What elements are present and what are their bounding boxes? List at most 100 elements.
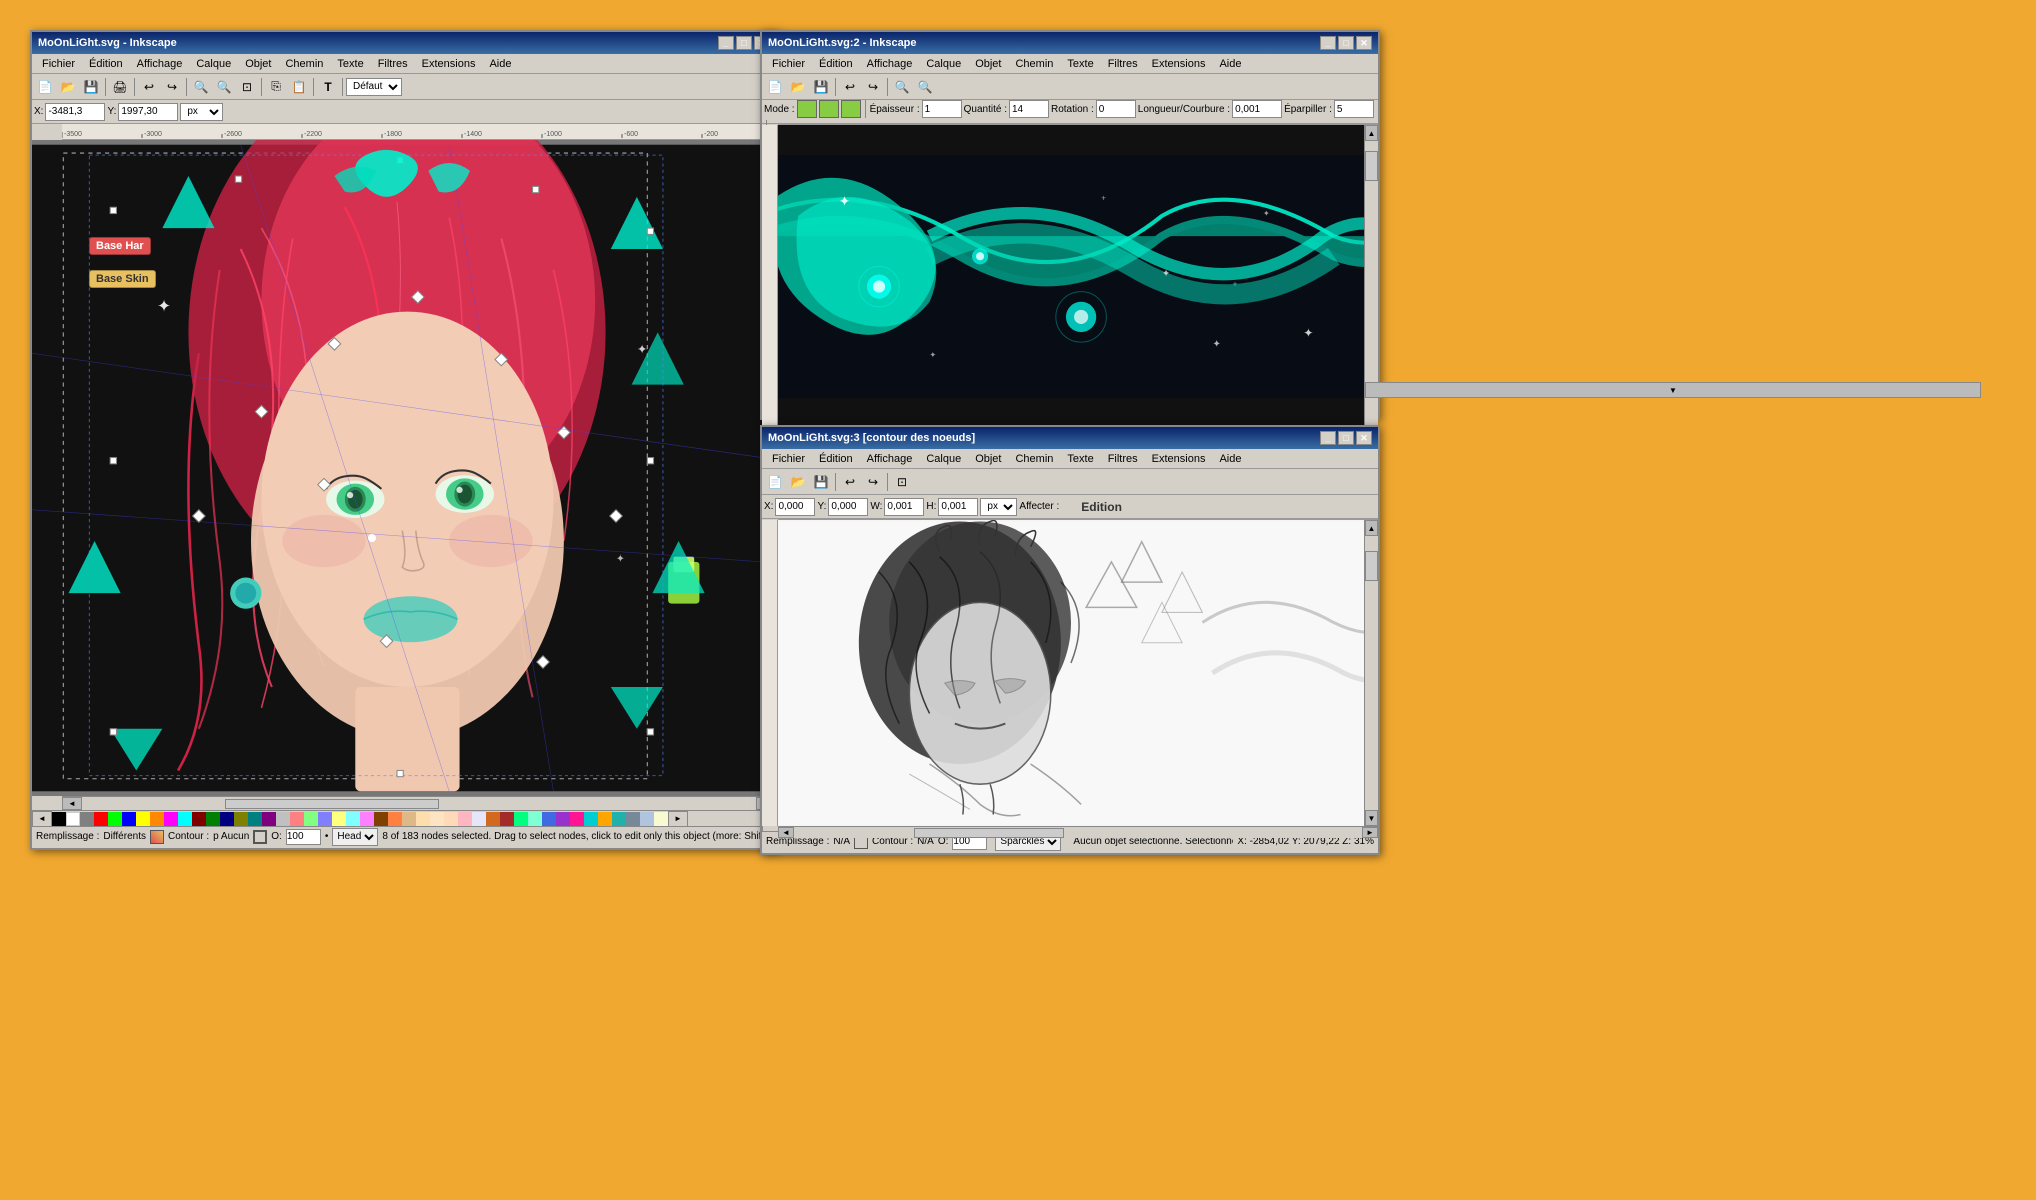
mode-btn-1[interactable] (797, 100, 817, 118)
scroll-right-3[interactable]: ► (1362, 827, 1378, 838)
swatch-light-magenta[interactable] (360, 812, 374, 826)
scroll-left-btn-1[interactable]: ◄ (62, 797, 82, 810)
scroll-down-2[interactable]: ▼ (1365, 382, 1981, 398)
menu-filtres-3[interactable]: Filtres (1102, 452, 1144, 466)
swatch-wheat[interactable] (416, 812, 430, 826)
copy-icon[interactable]: ⎘ (265, 76, 287, 98)
zoom-out-icon[interactable]: 🔍 (213, 76, 235, 98)
swatch-dark-green[interactable] (206, 812, 220, 826)
close-btn-3[interactable]: ✕ (1356, 431, 1372, 445)
menu-affichage-1[interactable]: Affichage (131, 57, 189, 71)
swatch-light-yellow[interactable] (332, 812, 346, 826)
palette-scroll-left[interactable]: ◄ (32, 811, 52, 827)
menu-edition-2[interactable]: Édition (813, 57, 859, 71)
maximize-btn-2[interactable]: □ (1338, 36, 1354, 50)
swatch-red[interactable] (94, 812, 108, 826)
new-icon-3[interactable]: 📄 (764, 471, 786, 493)
new-icon[interactable]: 📄 (34, 76, 56, 98)
bold-icon[interactable]: T (317, 76, 339, 98)
swatch-light-steel-blue[interactable] (640, 812, 654, 826)
scrollbar-v-2[interactable]: ▲ ▼ (1364, 125, 1378, 428)
swatch-dark-orchid[interactable] (556, 812, 570, 826)
menu-calque-3[interactable]: Calque (920, 452, 967, 466)
swatch-light-goldenrod[interactable] (654, 812, 668, 826)
menu-calque-1[interactable]: Calque (190, 57, 237, 71)
swatch-aquamarine[interactable] (528, 812, 542, 826)
scroll-thumb-v-2[interactable] (1365, 151, 1378, 181)
zoom-in-icon[interactable]: 🔍 (190, 76, 212, 98)
swatch-light-sea-green[interactable] (612, 812, 626, 826)
zoom-in-2[interactable]: 🔍 (891, 76, 913, 98)
scroll-up-3[interactable]: ▲ (1365, 520, 1378, 536)
swatch-blue[interactable] (122, 812, 136, 826)
menu-chemin-2[interactable]: Chemin (1009, 57, 1059, 71)
menu-fichier-1[interactable]: Fichier (36, 57, 81, 71)
menu-fichier-3[interactable]: Fichier (766, 452, 811, 466)
swatch-lavender[interactable] (472, 812, 486, 826)
scroll-thumb-h-3[interactable] (914, 828, 1064, 838)
menu-texte-1[interactable]: Texte (331, 57, 369, 71)
minimize-btn-2[interactable]: _ (1320, 36, 1336, 50)
scroll-up-2[interactable]: ▲ (1365, 125, 1378, 141)
redo-icon-3[interactable]: ↪ (862, 471, 884, 493)
menu-extensions-2[interactable]: Extensions (1146, 57, 1212, 71)
swatch-amber[interactable] (598, 812, 612, 826)
swatch-black[interactable] (52, 812, 66, 826)
quantite-input[interactable] (1009, 100, 1049, 118)
menu-affichage-2[interactable]: Affichage (861, 57, 919, 71)
menu-objet-1[interactable]: Objet (239, 57, 277, 71)
paste-icon[interactable]: 📋 (288, 76, 310, 98)
menu-extensions-1[interactable]: Extensions (416, 57, 482, 71)
swatch-orange[interactable] (150, 812, 164, 826)
menu-chemin-3[interactable]: Chemin (1009, 452, 1059, 466)
mode-btn-3[interactable] (841, 100, 861, 118)
undo-icon-2[interactable]: ↩ (839, 76, 861, 98)
papiller-input[interactable] (1334, 100, 1374, 118)
swatch-gray[interactable] (80, 812, 94, 826)
y-input-1[interactable] (118, 103, 178, 121)
x-input-1[interactable] (45, 103, 105, 121)
swatch-maroon[interactable] (192, 812, 206, 826)
palette-scroll-right[interactable]: ► (668, 811, 688, 827)
swatch-cyan[interactable] (178, 812, 192, 826)
maximize-btn-3[interactable]: □ (1338, 431, 1354, 445)
save-icon-3[interactable]: 💾 (810, 471, 832, 493)
swatch-spring-green[interactable] (514, 812, 528, 826)
menu-edition-1[interactable]: Édition (83, 57, 129, 71)
menu-objet-3[interactable]: Objet (969, 452, 1007, 466)
undo-icon[interactable]: ↩ (138, 76, 160, 98)
menu-calque-2[interactable]: Calque (920, 57, 967, 71)
zoom-fit-3[interactable]: ⊡ (891, 471, 913, 493)
menu-aide-3[interactable]: Aide (1213, 452, 1247, 466)
swatch-magenta[interactable] (164, 812, 178, 826)
scroll-down-3[interactable]: ▼ (1365, 810, 1378, 826)
rotation-input[interactable] (1096, 100, 1136, 118)
menu-extensions-3[interactable]: Extensions (1146, 452, 1212, 466)
swatch-navy[interactable] (220, 812, 234, 826)
menu-texte-2[interactable]: Texte (1061, 57, 1099, 71)
opacity-input-1[interactable] (286, 829, 321, 845)
open-icon-2[interactable]: 📂 (787, 76, 809, 98)
label-base-skin[interactable]: Base Skin (89, 270, 156, 288)
swatch-olive[interactable] (234, 812, 248, 826)
menu-fichier-2[interactable]: Fichier (766, 57, 811, 71)
menu-filtres-2[interactable]: Filtres (1102, 57, 1144, 71)
swatch-light-green[interactable] (304, 812, 318, 826)
swatch-pink[interactable] (290, 812, 304, 826)
redo-icon-2[interactable]: ↪ (862, 76, 884, 98)
swatch-dark-red[interactable] (500, 812, 514, 826)
open-icon-3[interactable]: 📂 (787, 471, 809, 493)
swatch-slate-gray[interactable] (626, 812, 640, 826)
close-btn-2[interactable]: ✕ (1356, 36, 1372, 50)
swatch-green[interactable] (108, 812, 122, 826)
swatch-light-brown[interactable] (388, 812, 402, 826)
swatch-yellow[interactable] (136, 812, 150, 826)
new-icon-2[interactable]: 📄 (764, 76, 786, 98)
swatch-chocolate[interactable] (486, 812, 500, 826)
zoom-select[interactable]: Défaut 50% 100% 200% (346, 78, 402, 96)
menu-texte-3[interactable]: Texte (1061, 452, 1099, 466)
swatch-light-cyan[interactable] (346, 812, 360, 826)
epaisseur-input[interactable] (922, 100, 962, 118)
mode-btn-2[interactable] (819, 100, 839, 118)
scroll-left-3[interactable]: ◄ (778, 827, 794, 838)
